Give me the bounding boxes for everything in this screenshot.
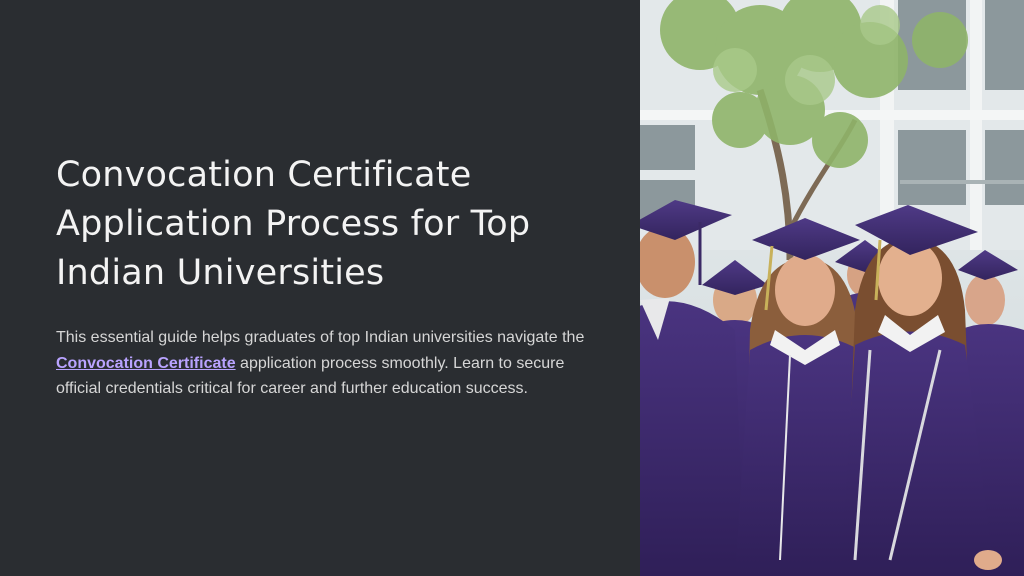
body-paragraph: This essential guide helps graduates of …: [56, 325, 596, 402]
convocation-certificate-link[interactable]: Convocation Certificate: [56, 355, 236, 372]
graduates-photo: [640, 0, 1024, 576]
title-line-3: Indian Universities: [56, 253, 385, 293]
slide-title: Convocation Certificate Application Proc…: [56, 151, 616, 298]
title-line-2: Application Process for Top: [56, 204, 531, 244]
title-line-1: Convocation Certificate: [56, 155, 472, 195]
body-text-start: This essential guide helps graduates of …: [56, 329, 585, 346]
text-panel: Convocation Certificate Application Proc…: [0, 0, 640, 576]
slide: Convocation Certificate Application Proc…: [0, 0, 1024, 576]
